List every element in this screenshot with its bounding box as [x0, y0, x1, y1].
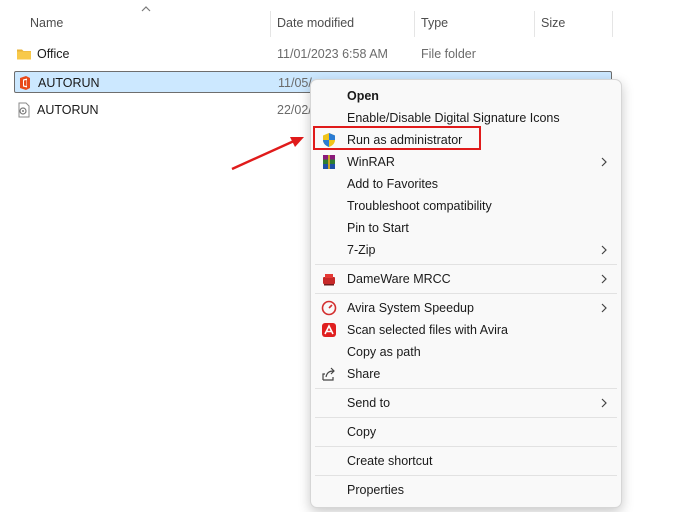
column-date-modified[interactable]: Date modified	[277, 16, 354, 30]
dameware-icon	[323, 274, 335, 286]
menu-label: Add to Favorites	[347, 177, 439, 191]
menu-item-pin-to-start[interactable]: Pin to Start	[315, 217, 617, 239]
menu-item-send-to[interactable]: Send to	[315, 392, 617, 414]
menu-item-create-shortcut[interactable]: Create shortcut	[315, 450, 617, 472]
menu-item-copy-as-path[interactable]: Copy as path	[315, 341, 617, 363]
column-size[interactable]: Size	[541, 16, 565, 30]
menu-item-share[interactable]: Share	[315, 363, 617, 385]
folder-icon	[17, 49, 31, 60]
column-divider[interactable]	[534, 11, 535, 37]
menu-item-7zip[interactable]: 7-Zip	[315, 239, 617, 261]
menu-label: 7-Zip	[347, 243, 376, 257]
menu-item-scan-with-avira[interactable]: Scan selected files with Avira	[315, 319, 617, 341]
file-type: File folder	[421, 47, 476, 61]
menu-separator	[315, 388, 617, 389]
menu-item-add-to-favorites[interactable]: Add to Favorites	[315, 173, 617, 195]
menu-label: Send to	[347, 396, 391, 410]
menu-separator	[315, 293, 617, 294]
setup-info-icon	[18, 102, 30, 118]
column-divider[interactable]	[414, 11, 415, 37]
chevron-right-icon	[601, 157, 607, 167]
menu-label: Scan selected files with Avira	[347, 323, 508, 337]
menu-label: Share	[347, 367, 381, 381]
menu-separator	[315, 446, 617, 447]
column-name[interactable]: Name	[30, 16, 63, 30]
file-name: AUTORUN	[38, 76, 100, 90]
menu-label: WinRAR	[347, 155, 395, 169]
chevron-right-icon	[601, 274, 607, 284]
column-divider[interactable]	[612, 11, 613, 37]
menu-item-copy[interactable]: Copy	[315, 421, 617, 443]
speedometer-icon	[321, 300, 337, 316]
chevron-right-icon	[601, 245, 607, 255]
file-date: 11/01/2023 6:58 AM	[277, 47, 388, 61]
file-date: 22/02/	[277, 103, 312, 117]
menu-item-dameware-mrcc[interactable]: DameWare MRCC	[315, 268, 617, 290]
file-name: Office	[37, 47, 70, 61]
menu-label: Create shortcut	[347, 454, 433, 468]
menu-item-properties[interactable]: Properties	[315, 479, 617, 501]
menu-item-open[interactable]: Open	[315, 85, 617, 107]
file-name: AUTORUN	[37, 103, 99, 117]
winrar-icon	[323, 155, 335, 169]
chevron-right-icon	[601, 398, 607, 408]
menu-item-troubleshoot-compatibility[interactable]: Troubleshoot compatibility	[315, 195, 617, 217]
menu-separator	[315, 417, 617, 418]
column-header-bar: Name Date modified Type Size	[0, 0, 696, 37]
avira-icon	[322, 323, 336, 337]
file-date: 11/05/	[278, 76, 312, 90]
sort-caret-icon[interactable]	[141, 6, 151, 12]
menu-label: DameWare MRCC	[347, 272, 451, 286]
menu-label: Copy	[347, 425, 377, 439]
office-app-icon	[20, 76, 30, 90]
share-icon	[322, 367, 335, 381]
menu-label: Open	[347, 89, 379, 103]
column-type[interactable]: Type	[421, 16, 448, 30]
menu-item-avira-system-speedup[interactable]: Avira System Speedup	[315, 297, 617, 319]
menu-item-winrar[interactable]: WinRAR	[315, 151, 617, 173]
menu-label: Properties	[347, 483, 404, 497]
menu-label: Pin to Start	[347, 221, 409, 235]
annotation-arrow-icon	[231, 137, 304, 171]
menu-label: Avira System Speedup	[347, 301, 474, 315]
menu-separator	[315, 475, 617, 476]
menu-label: Copy as path	[347, 345, 421, 359]
file-row-office-folder[interactable]: Office 11/01/2023 6:58 AM File folder	[14, 43, 612, 65]
column-divider[interactable]	[270, 11, 271, 37]
chevron-right-icon	[601, 303, 607, 313]
menu-separator	[315, 264, 617, 265]
annotation-highlight-box	[313, 126, 481, 150]
menu-label: Troubleshoot compatibility	[347, 199, 492, 213]
menu-label: Enable/Disable Digital Signature Icons	[347, 111, 560, 125]
